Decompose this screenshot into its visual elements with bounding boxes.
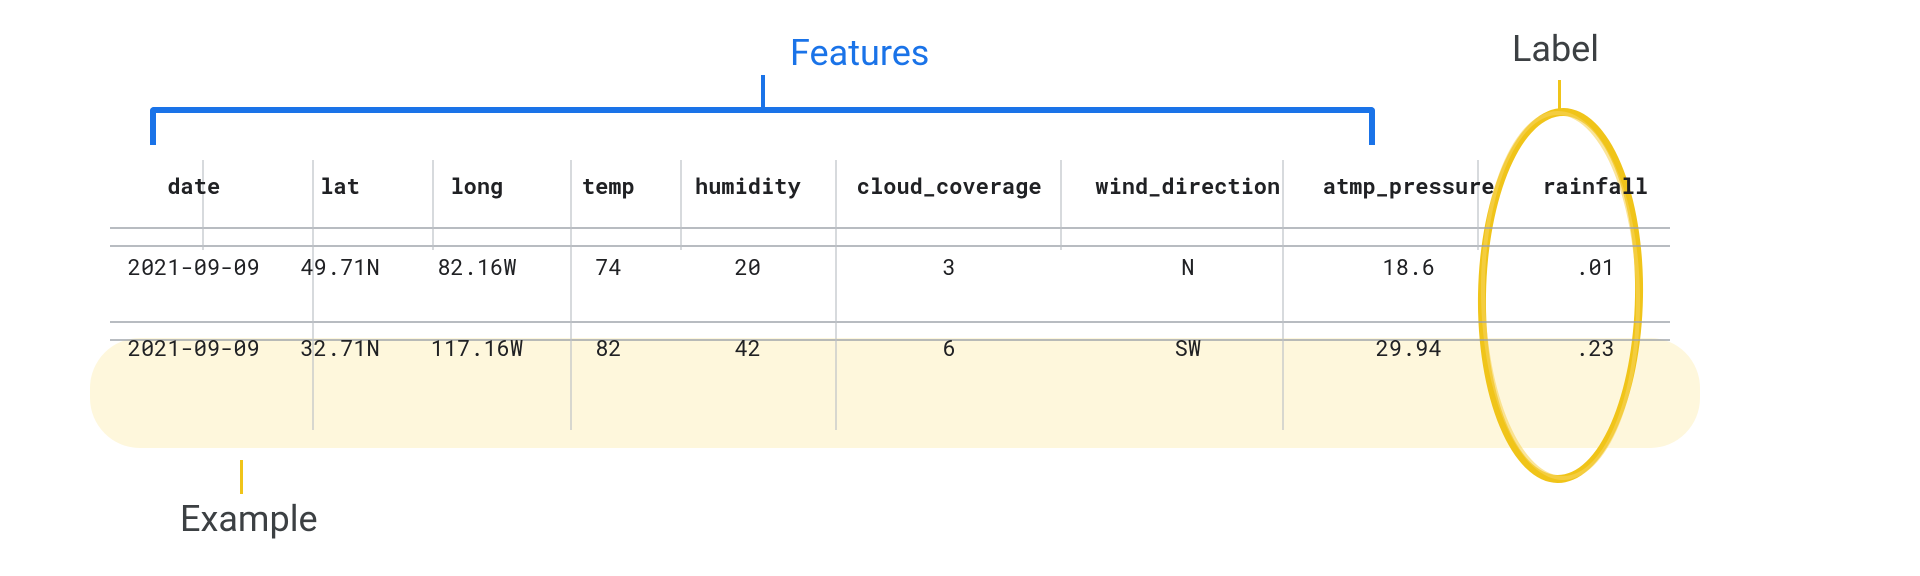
example-annotation: Example <box>180 498 318 540</box>
features-annotation: Features <box>790 32 929 74</box>
table-header-row: date lat long temp humidity cloud_covera… <box>110 145 1680 226</box>
col-header-long: long <box>403 145 551 226</box>
table-row: 2021-09-09 32.71N 117.16W 82 42 6 SW 29.… <box>110 307 1680 388</box>
col-header-wind-direction: wind_direction <box>1069 145 1308 226</box>
cell-long: 82.16W <box>403 226 551 307</box>
cell-long: 117.16W <box>403 307 551 388</box>
cell-rainfall: .01 <box>1510 226 1680 307</box>
col-header-cloud-coverage: cloud_coverage <box>830 145 1069 226</box>
cell-temp: 74 <box>551 226 666 307</box>
cell-date: 2021-09-09 <box>110 226 278 307</box>
cell-wind-direction: N <box>1069 226 1308 307</box>
col-header-temp: temp <box>551 145 666 226</box>
cell-rainfall: .23 <box>1510 307 1680 388</box>
cell-cloud-coverage: 6 <box>830 307 1069 388</box>
cell-lat: 32.71N <box>278 307 403 388</box>
features-bracket <box>150 107 1375 145</box>
cell-atmp-pressure: 29.94 <box>1307 307 1510 388</box>
example-connector-line <box>240 460 243 494</box>
cell-date: 2021-09-09 <box>110 307 278 388</box>
cell-lat: 49.71N <box>278 226 403 307</box>
col-header-lat: lat <box>278 145 403 226</box>
cell-cloud-coverage: 3 <box>830 226 1069 307</box>
cell-atmp-pressure: 18.6 <box>1307 226 1510 307</box>
cell-humidity: 42 <box>666 307 830 388</box>
table-row: 2021-09-09 49.71N 82.16W 74 20 3 N 18.6 … <box>110 226 1680 307</box>
data-table: date lat long temp humidity cloud_covera… <box>110 145 1680 388</box>
col-header-rainfall: rainfall <box>1510 145 1680 226</box>
ml-data-diagram: Features Label Example date lat long tem… <box>0 0 1920 60</box>
col-header-date: date <box>110 145 278 226</box>
cell-humidity: 20 <box>666 226 830 307</box>
cell-temp: 82 <box>551 307 666 388</box>
label-annotation: Label <box>1512 28 1599 70</box>
cell-wind-direction: SW <box>1069 307 1308 388</box>
col-header-atmp-pressure: atmp_pressure <box>1307 145 1510 226</box>
col-header-humidity: humidity <box>666 145 830 226</box>
